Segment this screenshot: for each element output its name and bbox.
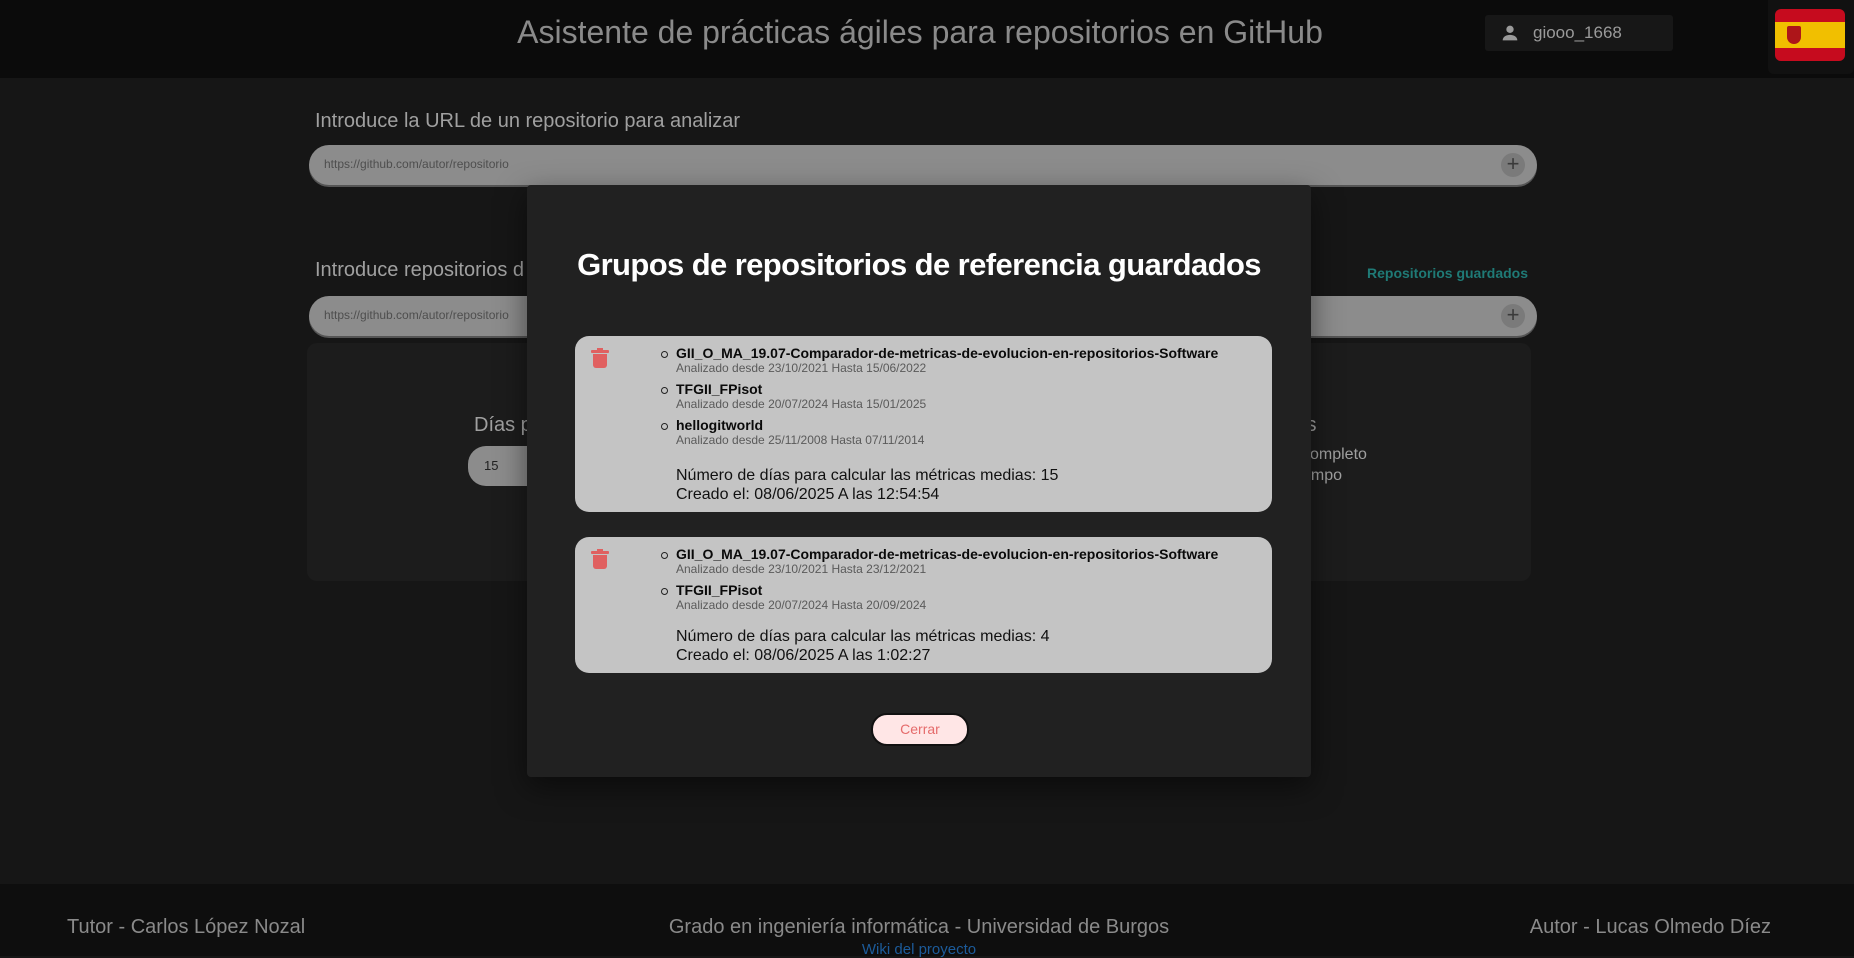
days-label: Días p bbox=[474, 414, 532, 436]
trash-icon[interactable] bbox=[591, 549, 609, 569]
repo-name: TFGII_FPisot bbox=[676, 381, 763, 397]
group-card: GII_O_MA_19.07-Comparador-de-metricas-de… bbox=[575, 336, 1272, 512]
user-menu-button[interactable]: giooo_1668 bbox=[1485, 15, 1673, 51]
repo-list: GII_O_MA_19.07-Comparador-de-metricas-de… bbox=[661, 345, 1219, 454]
list-item: GII_O_MA_19.07-Comparador-de-metricas-de… bbox=[661, 546, 1219, 576]
language-selector[interactable] bbox=[1768, 0, 1854, 74]
person-icon bbox=[1502, 25, 1518, 41]
repo-name: GII_O_MA_19.07-Comparador-de-metricas-de… bbox=[676, 546, 1219, 562]
list-item: TFGII_FPisot Analizado desde 20/07/2024 … bbox=[661, 582, 1218, 612]
app-header: Asistente de prácticas ágiles para repos… bbox=[0, 0, 1854, 78]
reference-url-placeholder: https://github.com/autor/repositorio bbox=[324, 308, 509, 322]
group-created-text: Creado el: 08/06/2025 A las 12:54:54 bbox=[676, 486, 940, 503]
repo-range: Analizado desde 20/07/2024 Hasta 20/09/2… bbox=[676, 598, 927, 612]
footer: Tutor - Carlos López Nozal Grado en inge… bbox=[0, 884, 1854, 958]
close-button[interactable]: Cerrar bbox=[871, 713, 969, 746]
group-card: GII_O_MA_19.07-Comparador-de-metricas-de… bbox=[575, 537, 1272, 673]
repo-name: TFGII_FPisot bbox=[676, 582, 763, 598]
analysis-option-full[interactable]: completo bbox=[1302, 446, 1367, 464]
trash-icon[interactable] bbox=[591, 348, 609, 368]
add-reference-icon[interactable]: + bbox=[1501, 304, 1525, 328]
add-icon[interactable]: + bbox=[1501, 153, 1525, 177]
repo-list: GII_O_MA_19.07-Comparador-de-metricas-de… bbox=[661, 546, 1219, 619]
repo-range: Analizado desde 23/10/2021 Hasta 15/06/2… bbox=[676, 361, 927, 375]
saved-groups-modal: Grupos de repositorios de referencia gua… bbox=[527, 185, 1311, 777]
group-days-text: Número de días para calcular las métrica… bbox=[676, 467, 1059, 484]
days-value: 15 bbox=[484, 458, 499, 473]
wiki-link[interactable]: Wiki del proyecto bbox=[0, 941, 1838, 958]
repo-name: hellogitworld bbox=[676, 417, 764, 433]
url-input-label: Introduce la URL de un repositorio para … bbox=[315, 110, 741, 132]
footer-author: Autor - Lucas Olmedo Díez bbox=[1529, 916, 1771, 938]
list-item: hellogitworld Analizado desde 25/11/2008… bbox=[661, 417, 1218, 447]
list-item: GII_O_MA_19.07-Comparador-de-metricas-de… bbox=[661, 345, 1219, 375]
repo-name: GII_O_MA_19.07-Comparador-de-metricas-de… bbox=[676, 345, 1219, 361]
username: giooo_1668 bbox=[1533, 23, 1622, 42]
saved-repositories-link[interactable]: Repositorios guardados bbox=[1367, 265, 1528, 281]
repo-url-input[interactable]: https://github.com/autor/repositorio + bbox=[309, 145, 1537, 185]
reference-input-label: Introduce repositorios d bbox=[315, 259, 525, 281]
group-days-text: Número de días para calcular las métrica… bbox=[676, 628, 1050, 645]
repo-url-placeholder: https://github.com/autor/repositorio bbox=[324, 157, 509, 171]
modal-title: Grupos de repositorios de referencia gua… bbox=[577, 247, 1261, 282]
spain-flag-icon bbox=[1775, 9, 1845, 61]
repo-range: Analizado desde 20/07/2024 Hasta 15/01/2… bbox=[676, 397, 927, 411]
repo-range: Analizado desde 25/11/2008 Hasta 07/11/2… bbox=[676, 433, 925, 447]
repo-range: Analizado desde 23/10/2021 Hasta 23/12/2… bbox=[676, 562, 927, 576]
group-created-text: Creado el: 08/06/2025 A las 1:02:27 bbox=[676, 647, 931, 664]
list-item: TFGII_FPisot Analizado desde 20/07/2024 … bbox=[661, 381, 1218, 411]
